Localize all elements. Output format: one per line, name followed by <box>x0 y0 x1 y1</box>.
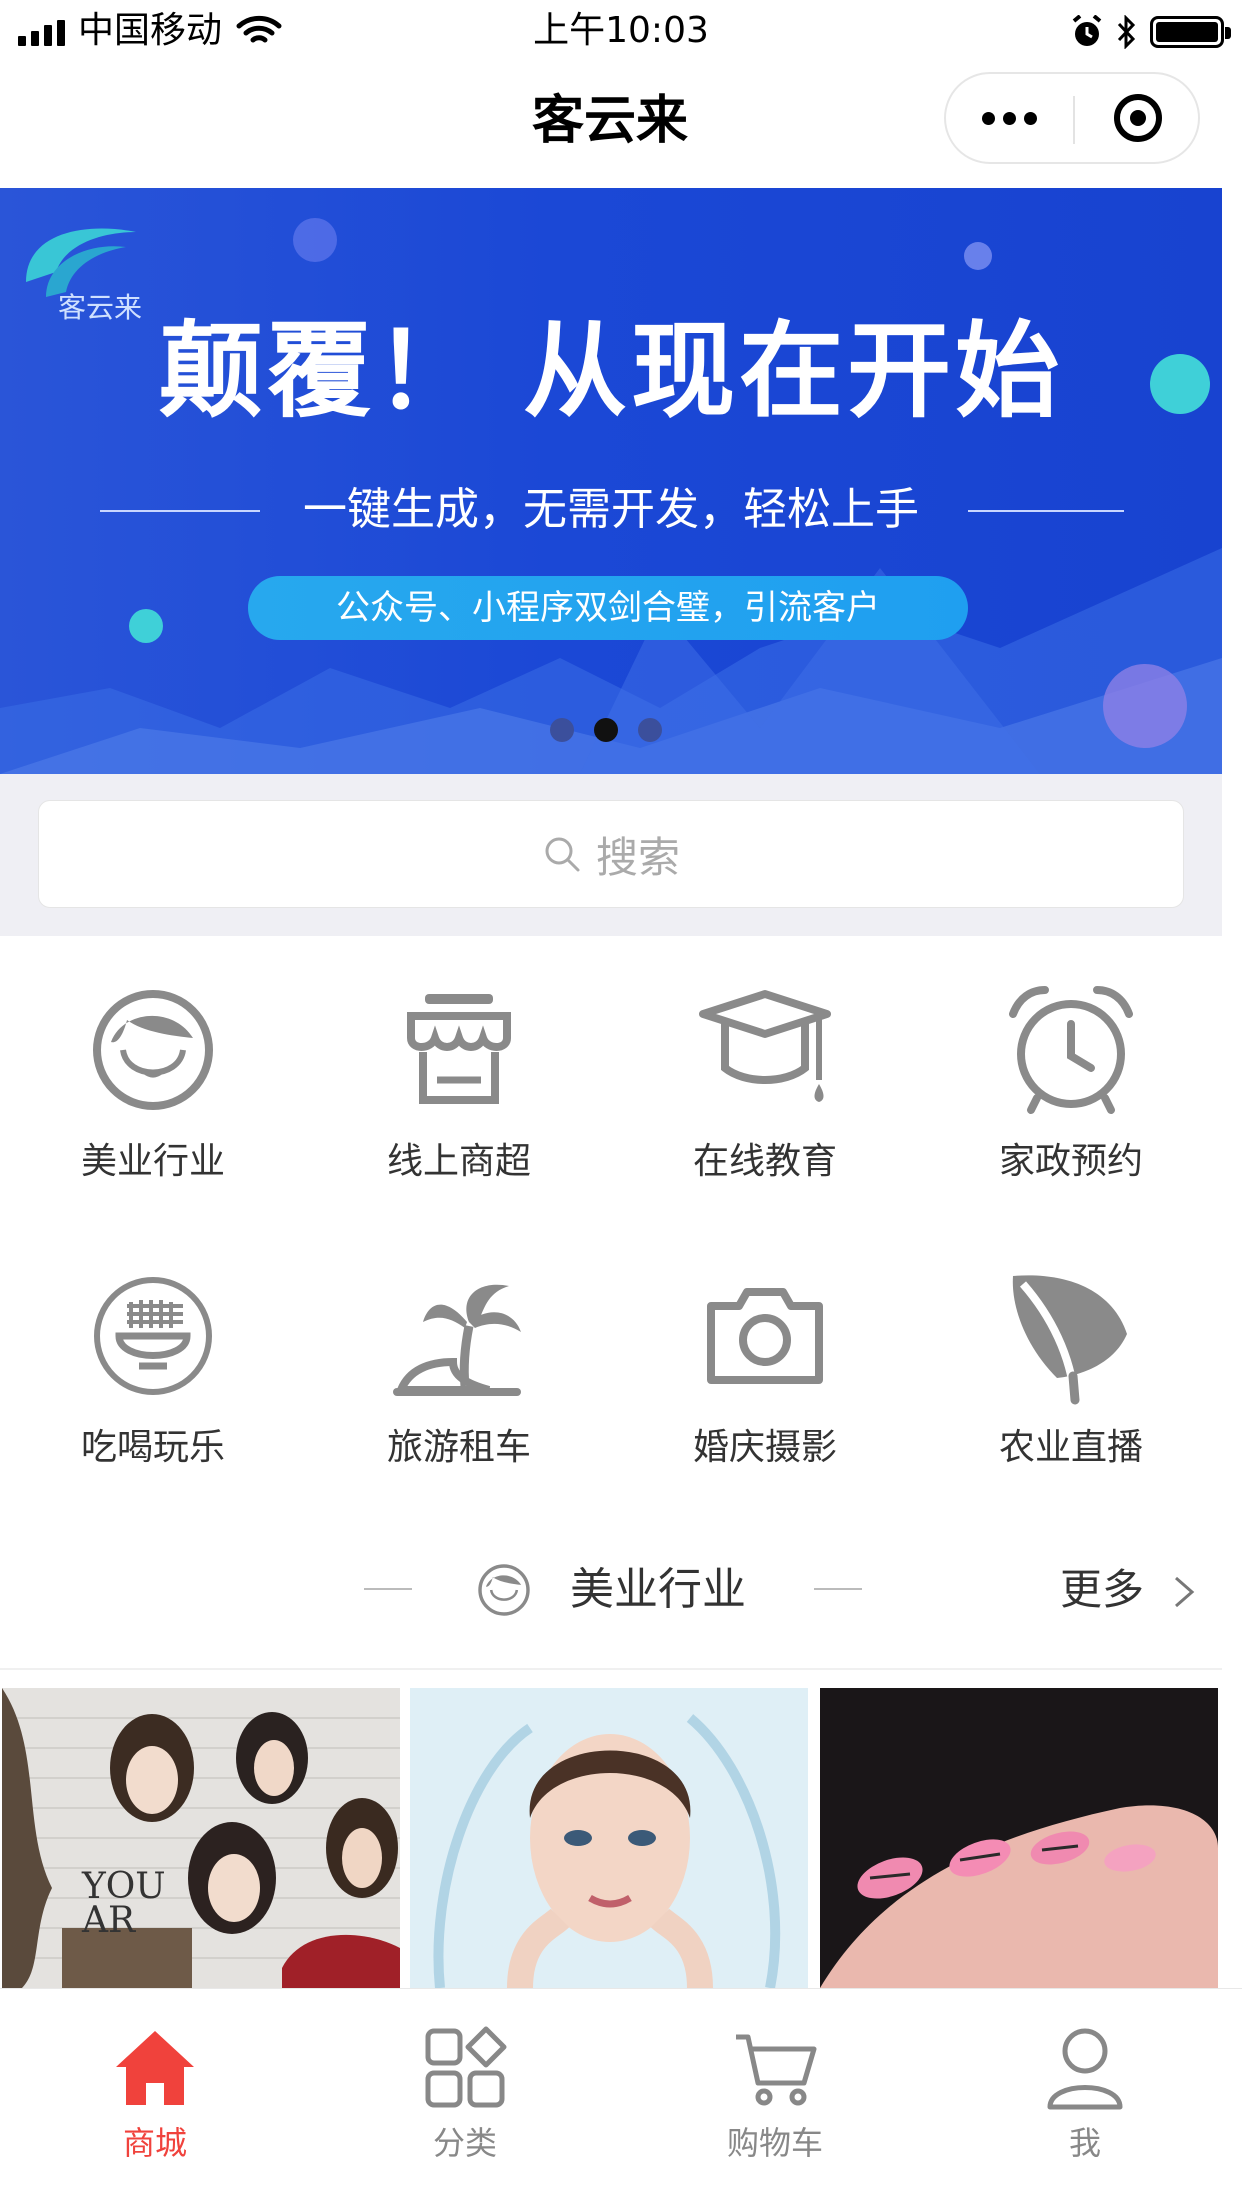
carousel-dot[interactable] <box>550 718 574 742</box>
battery-icon <box>1150 16 1231 48</box>
category-label: 旅游租车 <box>386 1427 531 1468</box>
promo-banner[interactable]: 客云来 颠覆！ 从现在开始 一键生成，无需开发，轻松上手 公众号、小程序双剑合璧… <box>0 188 1222 774</box>
tab-me[interactable]: 我 <box>930 1989 1240 2209</box>
category-grid-icon <box>425 2026 507 2108</box>
pink-nails-image <box>820 1688 1218 1988</box>
store-awning-icon <box>407 994 511 1104</box>
bottom-tab-bar: 商城 分类 购物车 我 <box>0 1988 1242 2209</box>
cart-icon <box>736 2034 817 2106</box>
tab-category[interactable]: 分类 <box>310 1989 620 2209</box>
svg-text:AR: AR <box>81 1900 136 1941</box>
navigation-bar: 客云来 <box>0 62 1242 188</box>
category-label: 农业直播 <box>998 1427 1143 1468</box>
carousel-indicator <box>550 718 662 742</box>
search-area: 搜索 <box>0 774 1222 936</box>
banner-headline: 颠覆！ 从现在开始 <box>158 310 1064 432</box>
search-icon <box>545 837 580 872</box>
target-circle-icon <box>1113 94 1162 142</box>
category-travel[interactable]: 旅游租车 <box>306 1266 612 1472</box>
category-education[interactable]: 在线教育 <box>612 980 918 1186</box>
more-options-button[interactable] <box>946 74 1073 162</box>
tab-label: 分类 <box>432 2124 497 2162</box>
category-label: 美业行业 <box>80 1141 225 1182</box>
status-time: 上午10:03 <box>533 10 709 51</box>
water-splash-face-image <box>410 1688 808 1988</box>
section-title: 美业行业 <box>570 1564 746 1615</box>
user-icon <box>1047 2028 1123 2110</box>
category-wedding-photo[interactable]: 婚庆摄影 <box>612 1266 918 1472</box>
alarm-icon <box>1072 15 1102 46</box>
category-label: 吃喝玩乐 <box>80 1427 225 1468</box>
woman-face-icon <box>93 990 213 1110</box>
chevron-right-icon[interactable] <box>1172 1574 1196 1610</box>
banner-pill: 公众号、小程序双剑合璧，引流客户 <box>248 576 968 640</box>
tab-cart[interactable]: 购物车 <box>620 1989 930 2209</box>
category-beauty[interactable]: 美业行业 <box>0 980 306 1186</box>
category-food-fun[interactable]: 吃喝玩乐 <box>0 1266 306 1472</box>
category-label: 在线教育 <box>692 1141 837 1182</box>
category-housekeeping[interactable]: 家政预约 <box>918 980 1224 1186</box>
carousel-dot-active[interactable] <box>594 718 618 742</box>
product-thumb-salon[interactable]: YOU AR <box>2 1688 400 1988</box>
tab-label: 商城 <box>122 2124 187 2162</box>
category-supermarket[interactable]: 线上商超 <box>306 980 612 1186</box>
section-header: 美业行业 更多 <box>0 1540 1222 1636</box>
close-miniprogram-button[interactable] <box>1075 74 1200 162</box>
woman-face-icon <box>478 1564 530 1616</box>
category-label: 线上商超 <box>386 1141 531 1182</box>
home-icon <box>116 2031 194 2105</box>
status-bar: 中国移动 上午10:03 <box>0 0 1242 62</box>
miniprogram-capsule <box>944 72 1200 164</box>
tab-label: 我 <box>1068 2124 1101 2162</box>
search-placeholder: 搜索 <box>595 832 680 882</box>
banner-subtitle: 一键生成，无需开发，轻松上手 <box>303 484 919 535</box>
category-label: 家政预约 <box>998 1141 1143 1182</box>
more-dots-icon <box>982 111 995 125</box>
tab-mall[interactable]: 商城 <box>0 1989 310 2209</box>
tab-label: 购物车 <box>726 2124 823 2162</box>
salon-illustration-image: YOU AR <box>2 1688 400 1988</box>
product-thumb-face[interactable] <box>410 1688 808 1988</box>
graduation-cap-icon <box>699 990 831 1102</box>
search-input[interactable]: 搜索 <box>38 800 1184 908</box>
more-link[interactable]: 更多 <box>1060 1562 1144 1618</box>
noodle-bowl-icon <box>94 1277 212 1395</box>
palm-island-icon <box>393 1284 521 1396</box>
category-agriculture-live[interactable]: 农业直播 <box>918 1266 1224 1472</box>
bluetooth-icon <box>1117 15 1136 49</box>
alarm-clock-icon <box>1009 986 1133 1114</box>
product-thumb-nails[interactable] <box>820 1688 1218 1988</box>
camera-icon <box>707 1288 823 1384</box>
carousel-dot[interactable] <box>638 718 662 742</box>
category-label: 婚庆摄影 <box>692 1427 837 1468</box>
leaf-icon <box>1012 1275 1127 1405</box>
